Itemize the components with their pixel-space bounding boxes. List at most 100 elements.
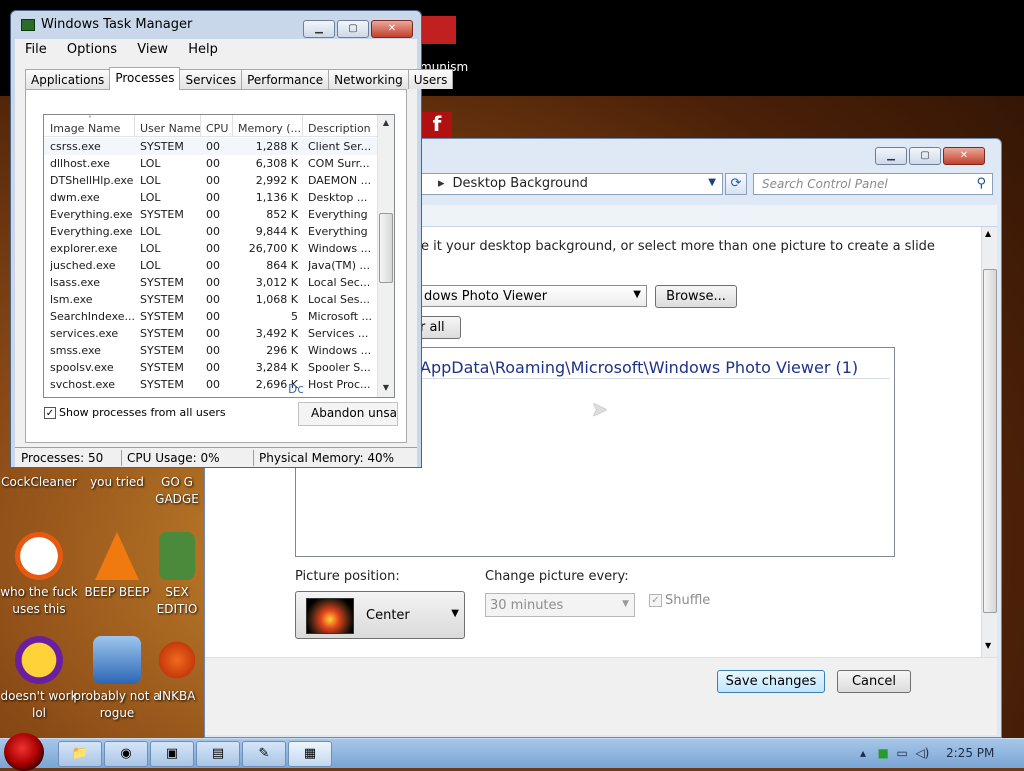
menu-file[interactable]: File — [25, 42, 47, 57]
scroll-down-icon[interactable]: ▼ — [378, 383, 394, 392]
desktop-icon-beep-beep[interactable]: BEEP BEEP — [72, 532, 162, 601]
col-user-name[interactable]: User Name — [140, 122, 201, 135]
flash-icon[interactable]: f — [422, 112, 452, 140]
col-cpu[interactable]: CPU — [206, 122, 228, 135]
taskbar-task-manager[interactable]: ▦ — [288, 741, 332, 767]
cell-cpu: 00 — [206, 174, 220, 187]
table-row[interactable]: lsm.exe SYSTEM 00 1,068 K Local Ses... — [44, 291, 378, 308]
close-button[interactable]: ✕ — [943, 147, 985, 165]
table-row[interactable]: Everything.exe LOL 00 9,844 K Everything — [44, 223, 378, 240]
taskbar-app[interactable]: ✎ — [242, 741, 286, 767]
cell-mem: 3,284 K — [255, 361, 298, 374]
scrollbar-thumb[interactable] — [379, 213, 393, 283]
clock[interactable]: 2:25 PM — [946, 746, 994, 760]
process-list[interactable]: Image Name ˄ User Name CPU Memory (... D… — [43, 114, 395, 398]
table-row[interactable]: SearchIndexe... SYSTEM 00 5 Microsoft ... — [44, 308, 378, 325]
table-row[interactable]: services.exe SYSTEM 00 3,492 K Services ... — [44, 325, 378, 342]
mouse-cursor-icon: ➤ — [591, 397, 608, 421]
minimize-button[interactable]: ▁ — [875, 147, 907, 165]
table-row[interactable]: csrss.exe SYSTEM 00 1,288 K Client Ser... — [44, 138, 378, 155]
table-row[interactable]: svchost.exe SYSTEM 00 2,696 K Host Proc... — [44, 376, 378, 393]
cell-mem: 6,308 K — [255, 157, 298, 170]
menu-options[interactable]: Options — [67, 42, 117, 57]
desktop-icon-sex-editio[interactable]: SEX EDITIO — [150, 532, 204, 618]
menu-view[interactable]: View — [137, 42, 168, 57]
scrollbar-thumb[interactable] — [983, 269, 997, 613]
cell-image: lsass.exe — [50, 276, 100, 289]
cell-image: dllhost.exe — [50, 157, 110, 170]
table-row[interactable]: DTShellHlp.exe LOL 00 2,992 K DAEMON ... — [44, 172, 378, 189]
tab-strip: Applications Processes Services Performa… — [25, 67, 454, 90]
scroll-up-icon[interactable]: ▲ — [985, 229, 991, 238]
maximize-button[interactable]: ▢ — [909, 147, 941, 165]
taskbar-explorer[interactable]: 📁 — [58, 741, 102, 767]
table-row[interactable]: spoolsv.exe SYSTEM 00 3,284 K Spooler S... — [44, 359, 378, 376]
table-row[interactable]: jusched.exe LOL 00 864 K Java(TM) ... — [44, 257, 378, 274]
change-interval-select[interactable]: 30 minutes ▼ — [485, 593, 635, 617]
minimize-button[interactable]: ▁ — [303, 20, 335, 38]
browse-button[interactable]: Browse... — [655, 285, 737, 308]
table-row[interactable]: Everything.exe SYSTEM 00 852 K Everything — [44, 206, 378, 223]
cell-image: Everything.exe — [50, 208, 133, 221]
table-row[interactable]: explorer.exe LOL 00 26,700 K Windows ... — [44, 240, 378, 257]
tm-title-buttons: ▁ ▢ ✕ — [303, 20, 413, 38]
volume-icon[interactable]: ◁) — [915, 746, 929, 760]
table-row[interactable]: dllhost.exe LOL 00 6,308 K COM Surr... — [44, 155, 378, 172]
show-hidden-icon[interactable]: ▴ — [860, 746, 866, 760]
picture-position-select[interactable]: Center ▼ — [295, 591, 465, 639]
tab-services[interactable]: Services — [179, 69, 243, 89]
shuffle-checkbox[interactable]: ✓ Shuffle — [649, 593, 710, 608]
intro-text: e it your desktop background, or select … — [421, 239, 935, 254]
battery-icon[interactable]: ■ — [877, 746, 888, 760]
scroll-down-icon[interactable]: ▼ — [985, 641, 991, 650]
save-button[interactable]: Save changes — [717, 670, 825, 693]
col-image-name[interactable]: Image Name — [50, 122, 120, 135]
menu-help[interactable]: Help — [188, 42, 218, 57]
maximize-button[interactable]: ▢ — [337, 20, 369, 38]
cell-image: svchost.exe — [50, 378, 116, 391]
tab-performance[interactable]: Performance — [241, 69, 330, 89]
tab-networking[interactable]: Networking — [328, 69, 409, 89]
chevron-down-icon[interactable]: ▼ — [708, 177, 716, 188]
cell-desc: Host Proc... — [308, 378, 371, 391]
tab-users[interactable]: Users — [407, 69, 454, 89]
chevron-down-icon: ▼ — [622, 599, 629, 609]
network-icon[interactable]: ▭ — [896, 746, 907, 760]
scroll-up-icon[interactable]: ▲ — [378, 118, 394, 127]
menu-bar: File Options View Help — [15, 39, 417, 61]
close-button[interactable]: ✕ — [371, 20, 413, 38]
picture-location-select[interactable]: dows Photo Viewer ▼ — [415, 285, 647, 307]
tab-processes[interactable]: Processes — [109, 67, 181, 90]
end-process-button[interactable]: Abandon unsav — [298, 402, 398, 426]
breadcrumb[interactable]: Desktop Background — [453, 176, 588, 191]
desktop-top-icon[interactable] — [420, 16, 456, 44]
start-button[interactable] — [4, 733, 44, 771]
tab-applications[interactable]: Applications — [25, 69, 111, 89]
vertical-scrollbar[interactable]: ▲ ▼ — [981, 227, 997, 657]
search-icon[interactable]: ⚲ — [976, 176, 986, 191]
table-row[interactable]: smss.exe SYSTEM 00 296 K Windows ... — [44, 342, 378, 359]
desktop-icon-inkba[interactable]: INKBA — [150, 636, 204, 705]
cell-user: SYSTEM — [140, 293, 184, 306]
cancel-button[interactable]: Cancel — [837, 670, 911, 693]
refresh-button[interactable]: ⟳ — [725, 173, 747, 195]
process-list-scrollbar[interactable]: ▲ ▼ — [377, 115, 394, 397]
cp-footer — [205, 657, 997, 735]
folder-icon: 📁 — [71, 746, 89, 761]
taskbar-control-panel[interactable]: ▣ — [150, 741, 194, 767]
table-row[interactable]: lsass.exe SYSTEM 00 3,012 K Local Sec... — [44, 274, 378, 291]
address-bar[interactable]: ▸ Desktop Background ▼ — [421, 173, 723, 195]
status-bar: Processes: 50 CPU Usage: 0% Physical Mem… — [15, 447, 417, 467]
taskbar-display[interactable]: ▤ — [196, 741, 240, 767]
desktop-icon-probably-not-rogue[interactable]: probably not a rogue — [72, 636, 162, 722]
cell-cpu: 00 — [206, 208, 220, 221]
taskbar-chrome[interactable]: ◉ — [104, 741, 148, 767]
cell-user: SYSTEM — [140, 276, 184, 289]
table-row[interactable]: dwm.exe LOL 00 1,136 K Desktop ... — [44, 189, 378, 206]
col-memory[interactable]: Memory (... — [238, 122, 301, 135]
search-input[interactable]: Search Control Panel ⚲ — [753, 173, 993, 195]
cell-desc: Local Ses... — [308, 293, 370, 306]
col-description[interactable]: Description — [308, 122, 371, 135]
show-all-processes-checkbox[interactable]: ✓ Show processes from all users — [44, 406, 226, 419]
cell-image: SearchIndexe... — [50, 310, 134, 323]
